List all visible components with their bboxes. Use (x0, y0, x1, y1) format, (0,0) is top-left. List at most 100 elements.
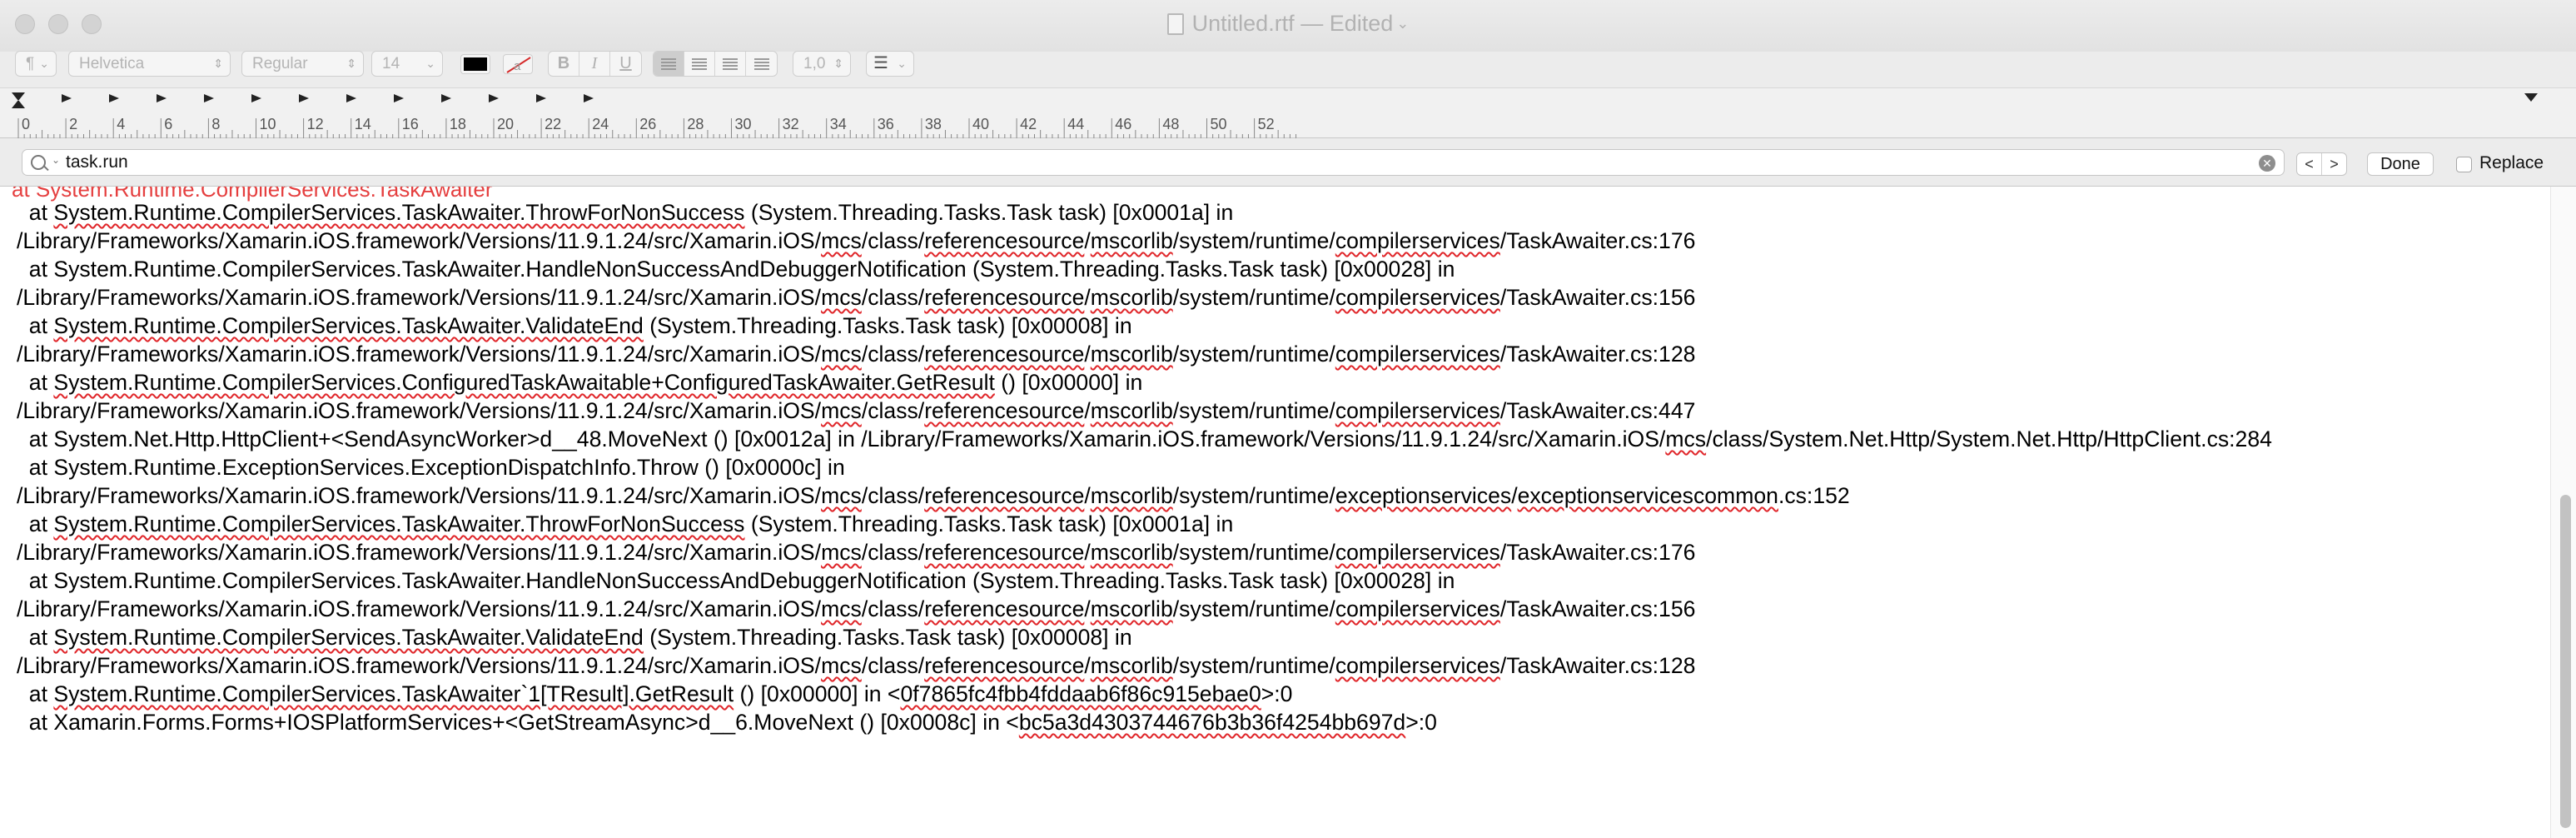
text-run: () [0x00000] in < (734, 681, 901, 706)
text-run: at (17, 313, 54, 338)
clear-search-icon[interactable]: ✕ (2259, 155, 2275, 172)
document-area[interactable]: at System.Runtime.CompilerServices.TaskA… (0, 187, 2576, 838)
justify-icon (753, 57, 769, 70)
misspelled-word: System.Runtime.CompilerServices.Configur… (53, 370, 995, 395)
chevron-down-icon: ⌄ (1396, 15, 1410, 32)
scrollbar-thumb[interactable] (2560, 495, 2571, 828)
find-previous-button[interactable]: < (2297, 153, 2322, 175)
text-run: /system/runtime/ (1172, 653, 1335, 678)
replace-checkbox[interactable] (2456, 157, 2472, 172)
document-name: Untitled.rtf (1191, 11, 1295, 36)
tab-stop-marker[interactable] (536, 94, 546, 102)
paragraph-style-popup[interactable]: ¶ ⌄ (15, 51, 57, 77)
line-spacing-popup[interactable]: 1,0 ⇕ (793, 51, 851, 77)
misspelled-word: mcs (821, 285, 862, 310)
tab-stop-marker[interactable] (251, 94, 261, 102)
misspelled-word: System.Runtime.CompilerServices.TaskAwai… (53, 625, 644, 650)
text-run: /class/ (861, 483, 925, 508)
font-size-value: 14 (382, 55, 400, 72)
misspelled-word: mcs (821, 342, 862, 367)
tab-stop-marker[interactable] (584, 94, 594, 102)
text-run: /TaskAwaiter.cs:176 (1499, 228, 1696, 253)
paragraph-icon: ¶ (26, 55, 35, 72)
text-run: / (1084, 653, 1091, 678)
format-toolbar: ¶ ⌄ Helvetica ⇕ Regular ⇕ 14 ⌄ a B I U 1,0 ⇕ … (0, 46, 2576, 83)
misspelled-word: mcs (821, 596, 862, 621)
text-run: /class/ (861, 653, 925, 678)
ruler-label: 40 (972, 116, 989, 132)
tab-stop-marker[interactable] (109, 94, 119, 102)
ruler[interactable]: 0 2 4 6 8 10 12 14 16 18 20 22 24 26 28 30 32 34 36 38 40 42 4… (0, 87, 2576, 138)
text-run: /class/ (861, 540, 925, 565)
edited-status: — Edited (1300, 11, 1394, 36)
updown-arrows-icon: ⇕ (346, 57, 356, 70)
tab-stop-marker[interactable] (157, 94, 167, 102)
window-title[interactable]: Untitled.rtf — Edited ⌄ (0, 11, 2576, 37)
ruler-label: 42 (1020, 116, 1037, 132)
text-run: / (1511, 483, 1518, 508)
text-run: .cs:152 (1778, 483, 1850, 508)
text-run: /class/ (861, 398, 925, 423)
tab-stop-marker[interactable] (204, 94, 214, 102)
text-run: >:0 (1405, 710, 1437, 735)
font-style-value: Regular (252, 55, 308, 72)
log-line: at System.Runtime.CompilerServices.TaskA… (17, 255, 2531, 312)
tab-stop-marker[interactable] (299, 94, 309, 102)
misspelled-word: compilerservices (1335, 342, 1500, 367)
no-color-icon: a (506, 57, 531, 73)
document-text[interactable]: at System.Runtime.CompilerServices.TaskA… (17, 198, 2531, 736)
ruler-label: 4 (117, 116, 125, 132)
updown-arrows-icon: ⇕ (833, 57, 843, 70)
text-run: / (1084, 483, 1091, 508)
misspelled-word: exceptionservicescommon (1517, 483, 1778, 508)
font-style-popup[interactable]: Regular ⇕ (241, 51, 364, 77)
misspelled-word: referencesource (924, 228, 1085, 253)
font-size-combo[interactable]: 14 ⌄ (371, 51, 443, 77)
ruler-label: 26 (639, 116, 656, 132)
ruler-label: 24 (592, 116, 609, 132)
bold-button[interactable]: B (549, 52, 579, 76)
misspelled-word: System.Runtime.CompilerServices.TaskAwai… (53, 313, 644, 338)
vertical-scrollbar[interactable] (2550, 187, 2576, 838)
list-style-popup[interactable]: ☰ ⌄ (866, 51, 914, 77)
indent-marker[interactable] (12, 92, 25, 108)
text-run: / (1084, 285, 1091, 310)
text-run: /class/ (861, 285, 925, 310)
ruler-label: 28 (687, 116, 704, 132)
find-search-field[interactable]: ⌄ task.run ✕ (22, 149, 2285, 176)
tab-stop-marker[interactable] (62, 94, 72, 102)
misspelled-word: mcs (1665, 426, 1707, 451)
text-run: /TaskAwaiter.cs:156 (1499, 285, 1696, 310)
font-family-popup[interactable]: Helvetica ⇕ (68, 51, 231, 77)
log-line: at System.Runtime.ExceptionServices.Exce… (17, 453, 2531, 510)
right-margin-marker[interactable] (2524, 93, 2538, 102)
misspelled-word: System.Runtime.CompilerServices.TaskAwai… (53, 511, 745, 536)
misspelled-word: mscorlib (1090, 228, 1173, 253)
ruler-label: 38 (925, 116, 942, 132)
text-run: at System.Runtime.ExceptionServices.Exce… (17, 455, 852, 508)
tab-stop-marker[interactable] (394, 94, 404, 102)
italic-button[interactable]: I (579, 52, 610, 76)
underline-button[interactable]: U (610, 52, 641, 76)
text-color-well[interactable] (460, 54, 490, 74)
text-run: /system/runtime/ (1172, 483, 1335, 508)
text-run: /class/ (861, 228, 925, 253)
ruler-scale: 0 2 4 6 8 10 12 14 16 18 20 22 24 26 28 30 32 34 36 38 40 42 4… (12, 92, 2538, 138)
text-run: at System.Net.Http.HttpClient+<SendAsync… (17, 426, 1666, 451)
find-next-button[interactable]: > (2322, 153, 2346, 175)
tab-stop-marker[interactable] (489, 94, 499, 102)
align-left-button[interactable] (654, 52, 684, 76)
text-run: /class/ (861, 596, 925, 621)
text-run: /system/runtime/ (1172, 285, 1335, 310)
misspelled-word: compilerservices (1335, 540, 1500, 565)
tab-stop-marker[interactable] (441, 94, 451, 102)
align-right-button[interactable] (715, 52, 746, 76)
background-color-well[interactable]: a (503, 54, 533, 74)
find-query: task.run (66, 152, 128, 172)
align-center-button[interactable] (684, 52, 715, 76)
justify-button[interactable] (746, 52, 777, 76)
text-run: /TaskAwaiter.cs:176 (1499, 540, 1696, 565)
done-button[interactable]: Done (2367, 152, 2434, 176)
tab-stop-marker[interactable] (346, 94, 356, 102)
text-run: / (1084, 342, 1091, 367)
